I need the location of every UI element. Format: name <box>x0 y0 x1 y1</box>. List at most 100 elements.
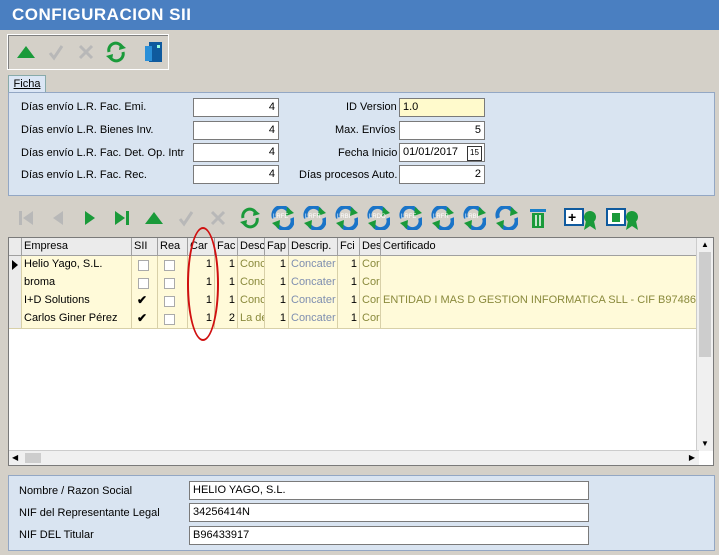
refresh-icon[interactable] <box>104 40 128 64</box>
refresh-lrfe2-icon[interactable]: LRFE <box>398 205 422 231</box>
cell-empresa[interactable]: broma <box>22 274 132 292</box>
dias-fac-rec-field[interactable]: 4 <box>193 165 279 184</box>
exit-door-icon[interactable] <box>142 40 166 64</box>
cell-empresa[interactable]: I+D Solutions <box>22 292 132 310</box>
cell-fci[interactable]: 1 <box>338 310 360 328</box>
grid-up-arrow-icon[interactable] <box>142 205 166 231</box>
cell-descrip[interactable]: Concater <box>289 274 338 292</box>
add-certificate-icon[interactable]: + <box>564 205 598 231</box>
delete-certificate-icon[interactable] <box>606 205 640 231</box>
table-row[interactable]: broma 1 1 Conc 1 Concater 1 Cor <box>9 274 699 293</box>
cell-rea-checkbox[interactable] <box>158 256 188 274</box>
table-row[interactable]: Helio Yago, S.L. 1 1 Conc 1 Concater 1 C… <box>9 256 699 275</box>
refresh-plain-icon[interactable] <box>494 205 518 231</box>
cell-certificado[interactable] <box>381 310 699 328</box>
vertical-scrollbar[interactable]: ▲ ▼ <box>696 238 713 451</box>
cell-fap[interactable]: 1 <box>265 292 289 310</box>
cell-sii-checkbox[interactable]: ✔ <box>132 310 158 328</box>
scroll-right-icon[interactable]: ▶ <box>689 451 695 465</box>
cell-desc[interactable]: Conc <box>238 256 265 274</box>
cell-fac[interactable]: 2 <box>215 310 238 328</box>
dias-procesos-label: Días procesos Auto. <box>299 169 398 181</box>
horizontal-scroll-thumb[interactable] <box>25 453 41 463</box>
check-icon[interactable] <box>44 40 68 64</box>
cell-descrip[interactable]: Concater <box>289 256 338 274</box>
cell-certificado[interactable] <box>381 256 699 274</box>
refresh-lrfe-icon[interactable]: LRFE <box>270 205 294 231</box>
col-desc[interactable]: Desc <box>238 238 265 255</box>
cell-rea-checkbox[interactable] <box>158 292 188 310</box>
col-fci[interactable]: Fci <box>338 238 360 255</box>
cell-fci[interactable]: 1 <box>338 256 360 274</box>
table-row[interactable]: I+D Solutions ✔ 1 1 Conc 1 Concater 1 Co… <box>9 292 699 311</box>
last-record-icon[interactable] <box>110 205 134 231</box>
scroll-left-icon[interactable]: ◀ <box>12 451 18 465</box>
calendar-button[interactable]: 15 <box>467 146 482 161</box>
cell-empresa[interactable]: Carlos Giner Pérez <box>22 310 132 328</box>
horizontal-scrollbar[interactable]: ◀ ▶ <box>9 450 699 465</box>
trash-icon[interactable] <box>526 205 550 231</box>
cell-sii-checkbox[interactable] <box>132 274 158 292</box>
dias-bienes-field[interactable]: 4 <box>193 121 279 140</box>
col-rea[interactable]: Rea <box>158 238 188 255</box>
cancel-icon[interactable] <box>74 40 98 64</box>
max-envios-label: Max. Envíos <box>335 124 396 136</box>
cell-fci[interactable]: 1 <box>338 274 360 292</box>
col-descrip[interactable]: Descrip. <box>289 238 338 255</box>
col-empresa[interactable]: Empresa <box>22 238 132 255</box>
vertical-scroll-thumb[interactable] <box>699 252 711 357</box>
fecha-inicio-field[interactable]: 01/01/2017 15 <box>399 143 485 162</box>
dias-det-op-field[interactable]: 4 <box>193 143 279 162</box>
nif-rep-field[interactable]: 34256414N <box>189 503 589 522</box>
refresh-lrbi-icon[interactable]: LRBI <box>334 205 358 231</box>
dias-procesos-field[interactable]: 2 <box>399 165 485 184</box>
cell-certificado[interactable] <box>381 274 699 292</box>
next-record-icon[interactable] <box>78 205 102 231</box>
grid-cancel-icon[interactable] <box>206 205 230 231</box>
cell-desc[interactable]: Conc <box>238 274 265 292</box>
cell-sii-checkbox[interactable] <box>132 256 158 274</box>
scroll-up-icon[interactable]: ▲ <box>697 238 713 252</box>
refresh-lrfr-icon[interactable]: LRFR <box>302 205 326 231</box>
grid-refresh-icon[interactable] <box>238 205 262 231</box>
cell-rea-checkbox[interactable] <box>158 310 188 328</box>
col-des[interactable]: Des <box>360 238 381 255</box>
nif-tit-field[interactable]: B96433917 <box>189 526 589 545</box>
cell-descrip[interactable]: Concater <box>289 310 338 328</box>
scroll-down-icon[interactable]: ▼ <box>697 437 713 451</box>
cell-desc[interactable]: Conc <box>238 292 265 310</box>
grid-check-icon[interactable] <box>174 205 198 231</box>
ficha-panel: Días envío L.R. Fac. Emi. 4 Días envío L… <box>8 92 715 196</box>
nombre-field[interactable]: HELIO YAGO, S.L. <box>189 481 589 500</box>
cell-des[interactable]: Cor <box>360 292 381 310</box>
tab-ficha[interactable]: Ficha <box>8 75 46 93</box>
col-fac[interactable]: Fac <box>215 238 238 255</box>
cell-empresa[interactable]: Helio Yago, S.L. <box>22 256 132 274</box>
cell-des[interactable]: Cor <box>360 256 381 274</box>
cell-desc[interactable]: La de <box>238 310 265 328</box>
refresh-lrdo-icon[interactable]: LRDO <box>366 205 390 231</box>
cell-des[interactable]: Cor <box>360 310 381 328</box>
first-record-icon[interactable] <box>14 205 38 231</box>
cell-des[interactable]: Cor <box>360 274 381 292</box>
table-row[interactable]: Carlos Giner Pérez ✔ 1 2 La de 1 Concate… <box>9 310 699 329</box>
cell-fap[interactable]: 1 <box>265 274 289 292</box>
refresh-lrfr2-icon[interactable]: LRFR <box>430 205 454 231</box>
col-certificado[interactable]: Certificado <box>381 238 699 255</box>
dias-fac-emi-field[interactable]: 4 <box>193 98 279 117</box>
prev-record-icon[interactable] <box>46 205 70 231</box>
dias-fac-rec-label: Días envío L.R. Fac. Rec. <box>21 169 147 181</box>
cell-rea-checkbox[interactable] <box>158 274 188 292</box>
col-sii[interactable]: SII <box>132 238 158 255</box>
max-envios-field[interactable]: 5 <box>399 121 485 140</box>
cell-descrip[interactable]: Concater <box>289 292 338 310</box>
cell-sii-checkbox[interactable]: ✔ <box>132 292 158 310</box>
refresh-lrbi2-icon[interactable]: LRBI <box>462 205 486 231</box>
cell-fci[interactable]: 1 <box>338 292 360 310</box>
cell-fap[interactable]: 1 <box>265 310 289 328</box>
up-arrow-icon[interactable] <box>14 40 38 64</box>
col-fap[interactable]: Fap <box>265 238 289 255</box>
id-version-field[interactable]: 1.0 <box>399 98 485 117</box>
cell-fap[interactable]: 1 <box>265 256 289 274</box>
cell-certificado[interactable]: ENTIDAD I MAS D GESTION INFORMATICA SLL … <box>381 292 699 310</box>
